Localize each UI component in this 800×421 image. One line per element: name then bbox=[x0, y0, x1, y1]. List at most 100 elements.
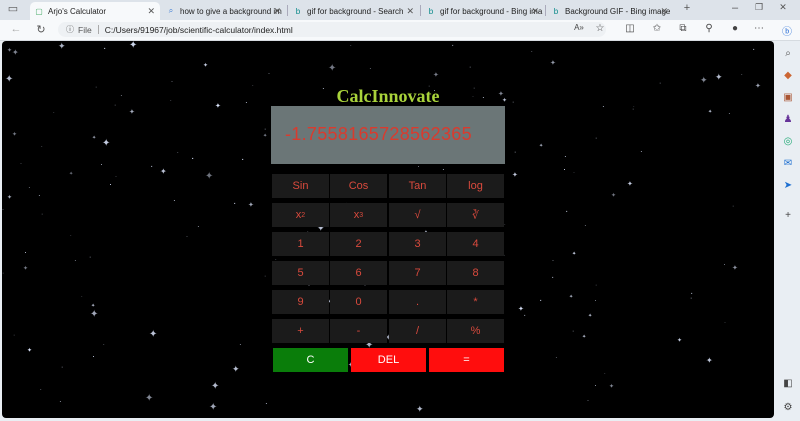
key-1-0[interactable]: x2 bbox=[272, 203, 329, 227]
star-sparkle: ✦ bbox=[708, 109, 713, 115]
window-close-icon[interactable]: ✕ bbox=[776, 2, 790, 13]
outlook-icon[interactable]: ✉ bbox=[781, 157, 795, 171]
back-icon[interactable]: ← bbox=[9, 23, 23, 35]
key-5-0[interactable]: + bbox=[272, 319, 329, 343]
key-3-1[interactable]: 6 bbox=[330, 261, 387, 285]
star-sparkle: ✦ bbox=[550, 60, 556, 67]
key-2-1[interactable]: 2 bbox=[330, 232, 387, 256]
star-sparkle: · bbox=[239, 340, 242, 349]
star-sparkle: · bbox=[241, 154, 245, 165]
key-5-3[interactable]: % bbox=[447, 319, 504, 343]
new-tab-icon[interactable]: + bbox=[680, 2, 694, 14]
star-sparkle: · bbox=[2, 207, 4, 213]
star-sparkle: ✦ bbox=[209, 402, 218, 413]
star-sparkle: ✦ bbox=[5, 74, 14, 85]
collections-icon[interactable]: ⧉ bbox=[676, 23, 690, 34]
close-icon[interactable]: ✕ bbox=[406, 6, 414, 17]
profile-icon[interactable]: ● bbox=[728, 23, 742, 34]
star-sparkle: ✦ bbox=[263, 133, 268, 139]
display-value: -1.7558165728562365 bbox=[285, 124, 472, 144]
key-3-0[interactable]: 5 bbox=[272, 261, 329, 285]
star-sparkle: ✦ bbox=[232, 364, 240, 374]
close-icon[interactable]: ✕ bbox=[660, 6, 668, 17]
key-4-0[interactable]: 9 bbox=[272, 290, 329, 314]
tab-bar: ▭ ▢ Arjo's Calculator ✕ ⌕ how to give a … bbox=[0, 0, 800, 20]
key-4-2[interactable]: . bbox=[389, 290, 446, 314]
delete-button[interactable]: DEL bbox=[351, 348, 426, 372]
equals-button[interactable]: = bbox=[429, 348, 504, 372]
key-1-2[interactable]: √ bbox=[389, 203, 446, 227]
shopping-icon[interactable]: ◆ bbox=[781, 69, 795, 83]
tools-icon[interactable]: ▣ bbox=[781, 91, 795, 105]
key-2-2[interactable]: 3 bbox=[389, 232, 446, 256]
star-sparkle: · bbox=[584, 221, 587, 230]
key-0-2[interactable]: Tan bbox=[389, 174, 446, 198]
sidebar-toggle-icon[interactable]: ◧ bbox=[781, 377, 795, 391]
copilot-icon[interactable]: ⓑ bbox=[780, 23, 794, 38]
info-icon[interactable]: ⓘ bbox=[66, 24, 74, 35]
refresh-icon[interactable]: ↻ bbox=[34, 23, 48, 36]
star-sparkle: · bbox=[264, 273, 267, 280]
restore-icon[interactable]: ❐ bbox=[752, 2, 766, 13]
read-aloud-icon[interactable]: A» bbox=[572, 23, 586, 32]
key-5-1[interactable]: - bbox=[330, 319, 387, 343]
key-1-3[interactable]: ∛ bbox=[447, 203, 504, 227]
key-3-3[interactable]: 8 bbox=[447, 261, 504, 285]
star-sparkle: ✦ bbox=[572, 251, 577, 257]
url-field[interactable]: ⓘ File C:/Users/91967/job/scientific-cal… bbox=[58, 22, 606, 37]
tab-background-gif[interactable]: b Background GIF - Bing image ✕ bbox=[547, 2, 673, 20]
tab-actions-icon[interactable]: ▭ bbox=[6, 2, 20, 15]
star-sparkle: ✦ bbox=[609, 384, 615, 390]
key-0-0[interactable]: Sin bbox=[272, 174, 329, 198]
key-0-1[interactable]: Cos bbox=[330, 174, 387, 198]
key-0-3[interactable]: log bbox=[447, 174, 504, 198]
settings-icon[interactable]: ⚙ bbox=[781, 401, 795, 415]
star-sparkle: · bbox=[512, 99, 515, 106]
favorites-icon[interactable]: ✩ bbox=[650, 23, 664, 34]
clear-button[interactable]: C bbox=[273, 348, 348, 372]
star-sparkle: · bbox=[632, 106, 635, 113]
address-bar: ← ↻ ⓘ File C:/Users/91967/job/scientific… bbox=[0, 20, 800, 41]
star-sparkle: · bbox=[594, 380, 597, 390]
close-icon[interactable]: ✕ bbox=[273, 6, 281, 17]
star-sparkle: · bbox=[563, 164, 566, 174]
tab-gif-search[interactable]: b gif for background - Search ✕ bbox=[289, 2, 419, 20]
key-2-0[interactable]: 1 bbox=[272, 232, 329, 256]
star-sparkle: ✦ bbox=[755, 83, 761, 90]
close-icon[interactable]: ✕ bbox=[147, 6, 155, 17]
more-icon[interactable]: ⋯ bbox=[752, 23, 766, 34]
key-4-3[interactable]: * bbox=[447, 290, 504, 314]
minimize-icon[interactable]: – bbox=[728, 2, 742, 14]
star-sparkle: · bbox=[728, 109, 731, 118]
star-sparkle: · bbox=[724, 320, 726, 326]
search-icon[interactable]: ⌕ bbox=[781, 47, 795, 61]
key-4-1[interactable]: 0 bbox=[330, 290, 387, 314]
star-sparkle: · bbox=[595, 135, 598, 142]
star-sparkle: · bbox=[81, 294, 83, 300]
tab-gif-images[interactable]: b gif for background - Bing ima ✕ bbox=[422, 2, 544, 20]
key-1-1[interactable]: x3 bbox=[330, 203, 387, 227]
star-sparkle: · bbox=[752, 44, 756, 55]
close-icon[interactable]: ✕ bbox=[531, 6, 539, 17]
key-2-3[interactable]: 4 bbox=[447, 232, 504, 256]
extensions-icon[interactable]: ⚲ bbox=[702, 23, 716, 34]
favorite-icon[interactable]: ☆ bbox=[593, 23, 607, 34]
tab-calculator[interactable]: ▢ Arjo's Calculator ✕ bbox=[30, 2, 160, 20]
add-icon[interactable]: + bbox=[781, 209, 795, 223]
star-sparkle: ✦ bbox=[129, 41, 138, 51]
games-icon[interactable]: ♟ bbox=[781, 113, 795, 127]
star-sparkle: · bbox=[120, 91, 123, 100]
star-sparkle: · bbox=[109, 179, 112, 189]
star-sparkle: · bbox=[74, 256, 77, 265]
star-sparkle: · bbox=[13, 332, 16, 339]
bing-icon: b bbox=[553, 6, 559, 16]
key-3-2[interactable]: 7 bbox=[389, 261, 446, 285]
key-5-2[interactable]: / bbox=[389, 319, 446, 343]
star-sparkle: · bbox=[186, 234, 188, 240]
send-icon[interactable]: ➤ bbox=[781, 179, 795, 193]
office-icon[interactable]: ◎ bbox=[781, 135, 795, 149]
split-screen-icon[interactable]: ◫ bbox=[623, 23, 637, 34]
tab-search[interactable]: ⌕ how to give a background im ✕ bbox=[162, 2, 286, 20]
star-sparkle: ✦ bbox=[700, 75, 708, 85]
tab-label: Background GIF - Bing image bbox=[565, 6, 671, 16]
